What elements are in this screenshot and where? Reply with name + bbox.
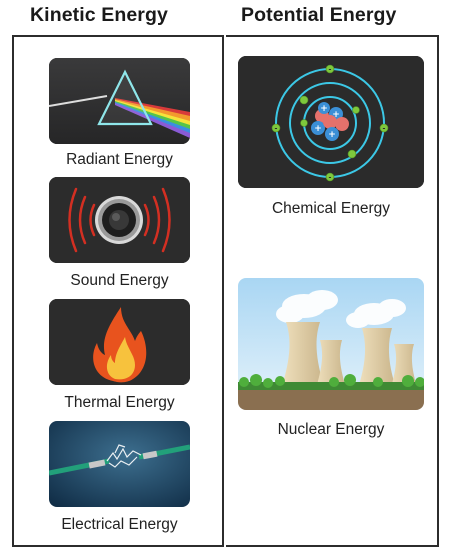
nuclear-energy-tile <box>238 278 424 410</box>
speaker-icon <box>49 177 190 263</box>
cooling-tower-icon <box>238 278 424 410</box>
sound-energy-label: Sound Energy <box>70 272 169 289</box>
svg-text:+: + <box>314 124 322 134</box>
flame-icon <box>49 299 190 385</box>
chemical-energy-tile: + + + + - - - - <box>238 56 424 188</box>
svg-text:-: - <box>329 66 332 74</box>
chemical-energy-label: Chemical Energy <box>271 200 391 217</box>
kinetic-heading: Kinetic Energy <box>30 4 168 26</box>
nuclear-energy-label: Nuclear Energy <box>277 421 385 438</box>
thermal-energy-label: Thermal Energy <box>64 394 175 411</box>
lightning-wire-icon <box>49 421 190 507</box>
radiant-energy-label: Radiant Energy <box>66 151 173 168</box>
electrical-energy-label: Electrical Energy <box>61 516 178 533</box>
thermal-energy-tile <box>49 299 190 385</box>
atom-icon: + + + + - - - - <box>238 56 424 188</box>
svg-text:-: - <box>275 125 278 133</box>
sound-energy-tile <box>49 177 190 263</box>
svg-text:+: + <box>328 130 336 140</box>
svg-text:+: + <box>320 104 328 114</box>
svg-text:-: - <box>329 174 332 182</box>
electrical-energy-tile <box>49 421 190 507</box>
radiant-energy-tile <box>49 58 190 144</box>
svg-text:+: + <box>332 110 340 120</box>
potential-heading: Potential Energy <box>241 4 397 26</box>
svg-text:-: - <box>383 125 386 133</box>
prism-icon <box>49 58 190 144</box>
